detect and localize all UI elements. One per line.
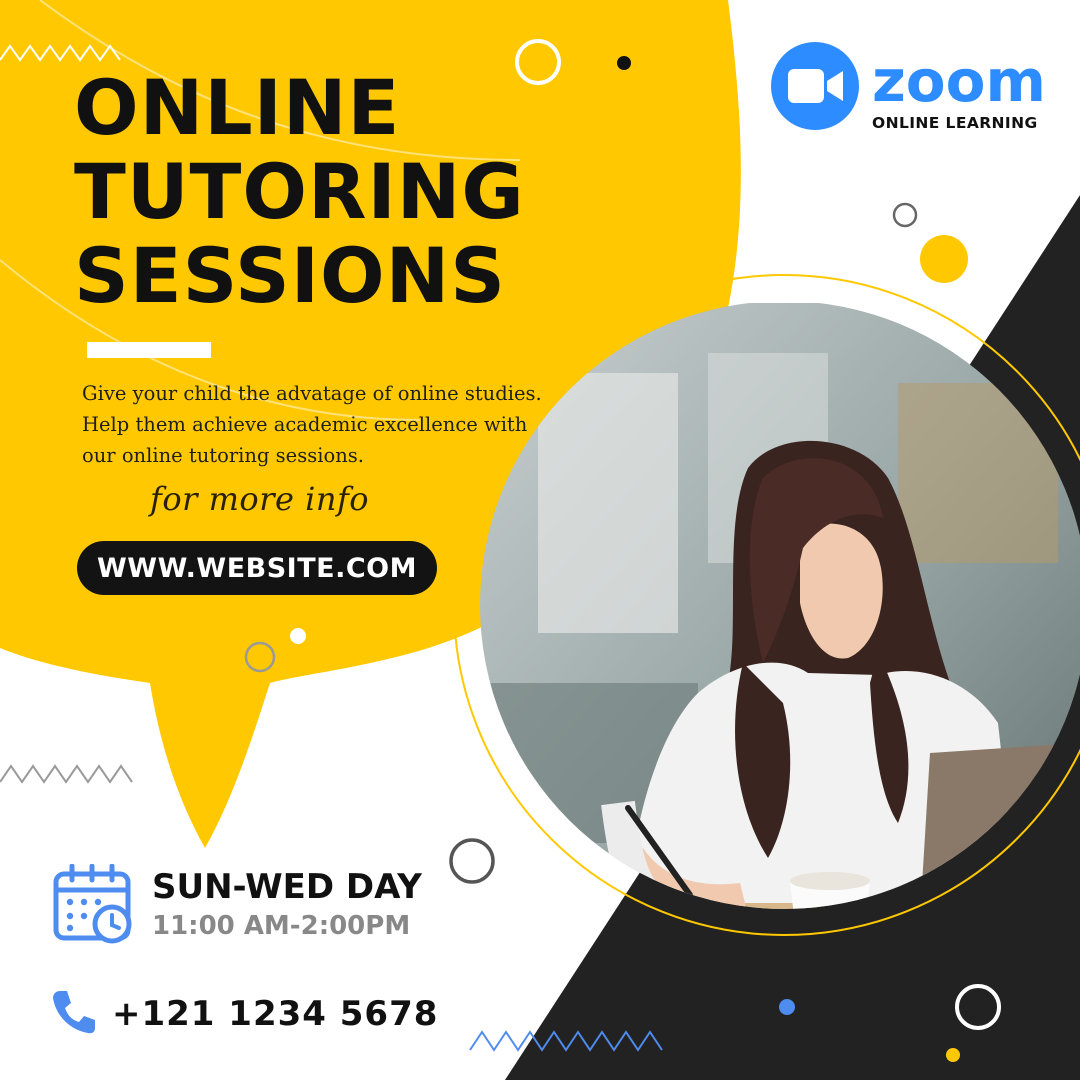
website-link-button[interactable]: WWW.WEBSITE.COM xyxy=(77,541,437,595)
calendar-clock-icon xyxy=(53,864,132,944)
brand-name: zoom xyxy=(872,47,1046,115)
dot-decor xyxy=(920,235,968,283)
headline-underline xyxy=(87,342,211,358)
dot-decor xyxy=(946,1048,960,1062)
phone-icon xyxy=(53,991,95,1034)
ring-decor xyxy=(892,202,918,228)
description-text: Give your child the advatage of online s… xyxy=(82,378,552,471)
zoom-logo: zoom ONLINE LEARNING xyxy=(771,42,1046,142)
video-camera-icon xyxy=(771,42,859,130)
phone-number[interactable]: +121 1234 5678 xyxy=(112,994,438,1034)
description-line: Help them achieve academic excellence wi… xyxy=(82,413,528,436)
dot-decor xyxy=(290,628,306,644)
website-url: WWW.WEBSITE.COM xyxy=(97,552,417,584)
dot-decor xyxy=(779,999,795,1015)
brand-tagline: ONLINE LEARNING xyxy=(872,114,1038,132)
description-line: Give your child the advatage of online s… xyxy=(82,382,542,405)
headline-line-3: SESSIONS xyxy=(74,231,506,320)
schedule-days: SUN-WED DAY xyxy=(152,867,422,907)
description-line: our online tutoring sessions. xyxy=(82,444,364,467)
more-info-script: for more info xyxy=(150,480,370,518)
schedule-time: 11:00 AM-2:00PM xyxy=(152,911,411,941)
flyer-canvas: ONLINE TUTORING SESSIONS Give your child… xyxy=(0,0,1080,1080)
zigzag-decor xyxy=(0,764,133,784)
headline-line-2: TUTORING xyxy=(74,147,525,236)
dot-decor xyxy=(617,56,631,70)
headline-line-1: ONLINE xyxy=(74,63,401,152)
student-photo xyxy=(480,303,1080,909)
